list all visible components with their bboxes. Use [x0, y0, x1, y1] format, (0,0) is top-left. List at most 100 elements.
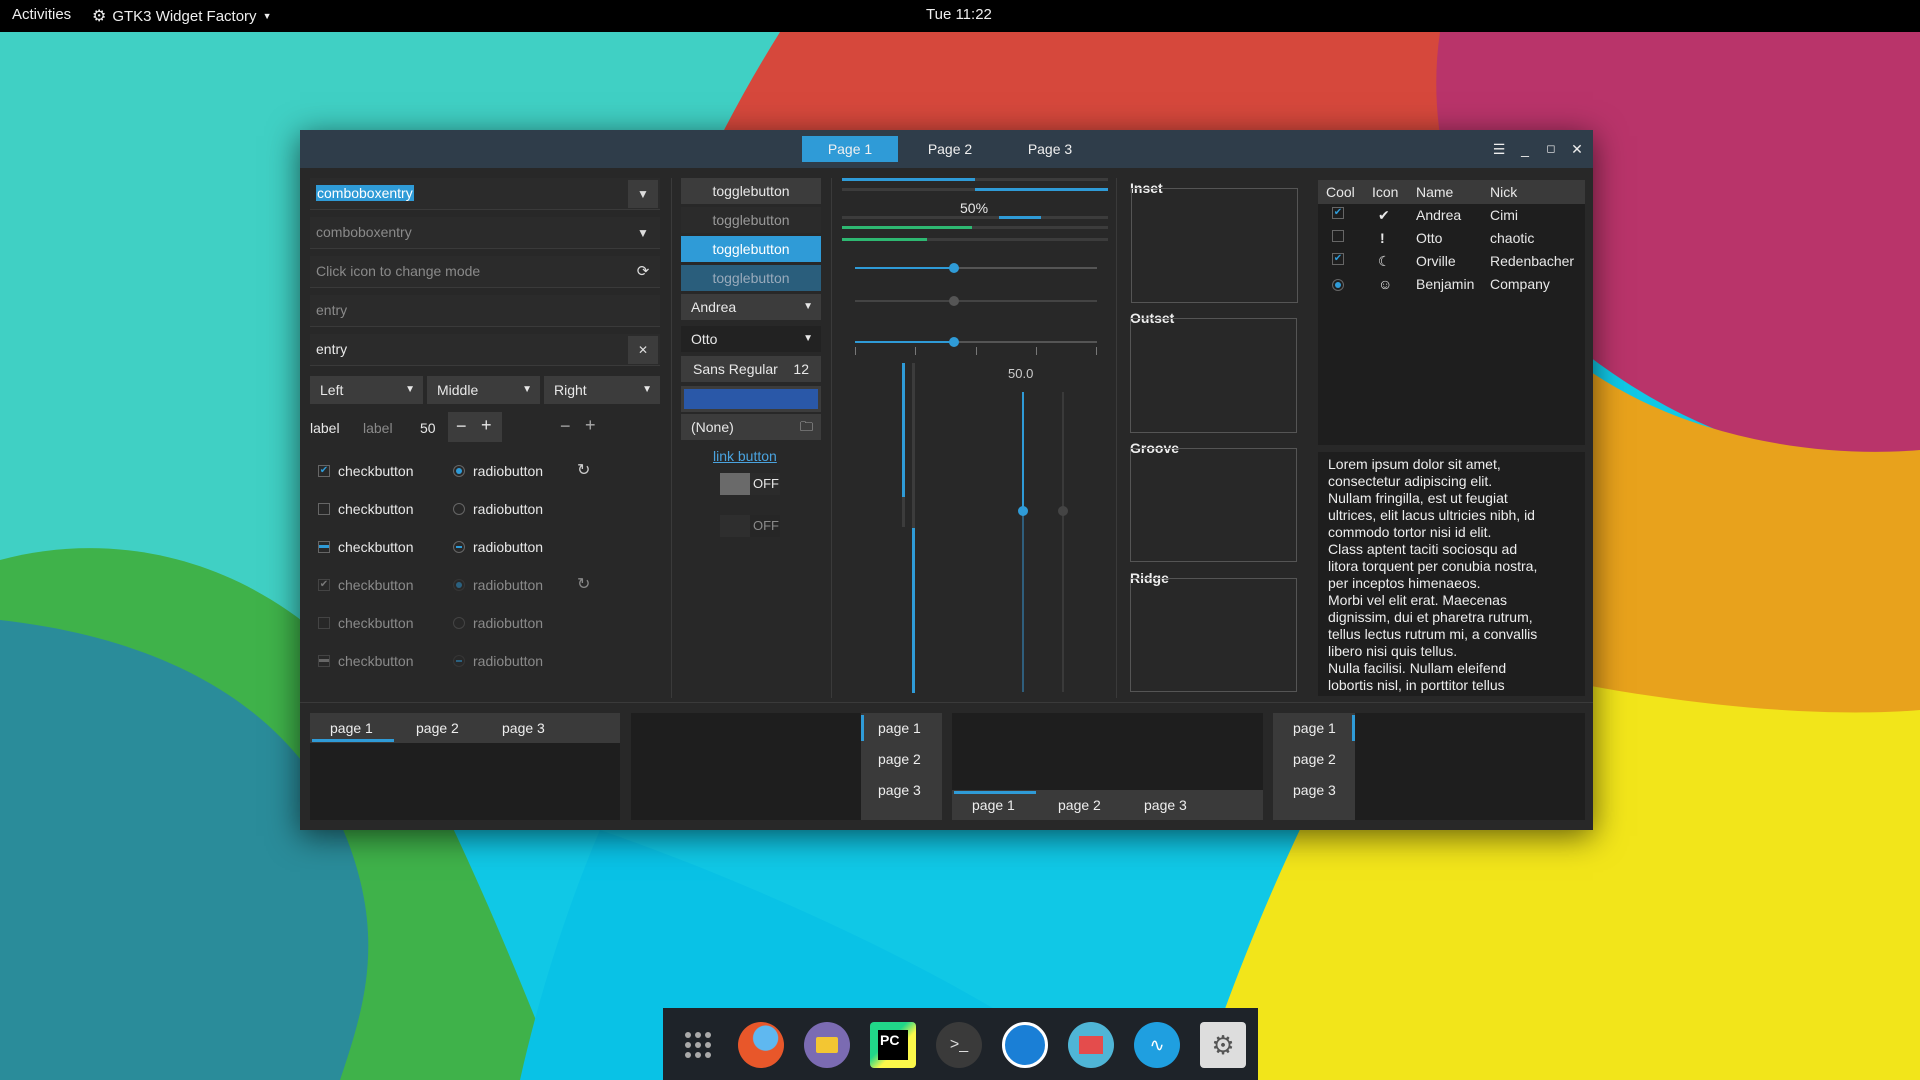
firefox-icon[interactable]: [738, 1022, 784, 1068]
checkbutton-unchecked-disabled[interactable]: checkbutton: [318, 615, 414, 631]
checkbutton-checked-disabled[interactable]: ✔ checkbutton: [318, 577, 414, 593]
scale-handle[interactable]: [1018, 506, 1028, 516]
minus-icon[interactable]: −: [456, 416, 467, 437]
radio-icon[interactable]: [1332, 279, 1344, 291]
minus-icon[interactable]: −: [560, 416, 571, 437]
checkbox-icon[interactable]: [1332, 230, 1344, 242]
togglebutton-2[interactable]: togglebutton: [681, 207, 821, 233]
audio-icon[interactable]: ∿: [1134, 1022, 1180, 1068]
notebook-tab[interactable]: page 2: [1058, 797, 1101, 813]
scale-handle[interactable]: [1058, 506, 1068, 516]
radiobutton-unchecked[interactable]: radiobutton: [453, 501, 543, 517]
activities-button[interactable]: Activities: [12, 6, 71, 23]
link-button[interactable]: link button: [713, 448, 777, 464]
notebook-tab[interactable]: page 1: [878, 720, 921, 736]
combo-left[interactable]: Left ▼: [310, 376, 423, 404]
chevron-down-icon[interactable]: ▼: [628, 219, 658, 247]
notebook-tab[interactable]: page 3: [502, 720, 545, 736]
files-icon[interactable]: [804, 1022, 850, 1068]
mail-icon[interactable]: [1068, 1022, 1114, 1068]
plus-icon[interactable]: +: [481, 415, 492, 436]
clear-icon[interactable]: ✕: [628, 336, 658, 364]
checkbox-icon[interactable]: ✔: [1332, 207, 1344, 219]
switch-2[interactable]: OFF: [720, 515, 780, 537]
radiobutton-mixed[interactable]: radiobutton: [453, 539, 543, 555]
column-header-icon[interactable]: Icon: [1372, 184, 1398, 200]
chevron-down-icon[interactable]: ▼: [628, 180, 658, 208]
notebook-tab[interactable]: page 1: [330, 720, 373, 736]
scale-handle[interactable]: [949, 263, 959, 273]
comboboxentry-1[interactable]: comboboxentry ▼: [310, 178, 660, 210]
notebook-tab[interactable]: page 1: [972, 797, 1015, 813]
radiobutton-checked[interactable]: radiobutton: [453, 463, 543, 479]
settings-icon[interactable]: ⚙: [1200, 1022, 1246, 1068]
app-grid-icon[interactable]: [675, 1022, 721, 1068]
combo-otto[interactable]: Otto ▼: [681, 326, 821, 352]
terminal-icon[interactable]: >_: [936, 1022, 982, 1068]
checkbox-icon[interactable]: ✔: [1332, 253, 1344, 265]
notebook-tab[interactable]: page 2: [1293, 751, 1336, 767]
text-line: Class aptent taciti sociosqu ad: [1328, 541, 1518, 557]
scale-handle[interactable]: [949, 337, 959, 347]
mode-entry[interactable]: Click icon to change mode ⟳: [310, 256, 660, 288]
spin-value[interactable]: 50: [420, 420, 436, 436]
refresh-icon[interactable]: ⟳: [628, 258, 658, 286]
scale-1[interactable]: [855, 263, 1097, 273]
label-dim: label: [363, 420, 393, 436]
switch-1[interactable]: OFF: [720, 473, 780, 495]
pycharm-icon[interactable]: PC: [870, 1022, 916, 1068]
text-view[interactable]: Lorem ipsum dolor sit amet, consectetur …: [1318, 452, 1585, 696]
column-header-cool[interactable]: Cool: [1326, 184, 1355, 200]
maximize-icon[interactable]: ◻: [1543, 139, 1559, 159]
vertical-scale-2[interactable]: [1058, 392, 1068, 692]
scale-2[interactable]: [855, 296, 1097, 306]
checkbutton-unchecked[interactable]: checkbutton: [318, 501, 414, 517]
tree-row[interactable]: ✔ ✔ Andrea Cimi: [1318, 204, 1585, 227]
timeshift-icon[interactable]: [1002, 1022, 1048, 1068]
notebook-tab[interactable]: page 1: [1293, 720, 1336, 736]
notebook-tab[interactable]: page 3: [878, 782, 921, 798]
combo-middle[interactable]: Middle ▼: [427, 376, 540, 404]
togglebutton-1[interactable]: togglebutton: [681, 178, 821, 204]
clock[interactable]: Tue 11:22: [926, 6, 992, 23]
font-button[interactable]: Sans Regular 12: [681, 356, 821, 382]
radiobutton-mixed-disabled[interactable]: radiobutton: [453, 653, 543, 669]
togglebutton-3[interactable]: togglebutton: [681, 236, 821, 262]
notebook-tab[interactable]: page 3: [1144, 797, 1187, 813]
notebook-tabs-right: page 1 page 2 page 3: [631, 713, 942, 820]
notebook-tab[interactable]: page 2: [878, 751, 921, 767]
combo-andrea[interactable]: Andrea ▼: [681, 294, 821, 320]
column-header-nick[interactable]: Nick: [1490, 184, 1517, 200]
vertical-scale-1[interactable]: [1018, 392, 1028, 692]
notebook-tab[interactable]: page 2: [416, 720, 459, 736]
radiobutton-unchecked-disabled[interactable]: radiobutton: [453, 615, 543, 631]
tab-page-1[interactable]: Page 1: [802, 136, 898, 162]
combo-right[interactable]: Right ▼: [544, 376, 660, 404]
color-button[interactable]: [681, 386, 821, 412]
checkbutton-mixed[interactable]: ▬ checkbutton: [318, 539, 414, 555]
comboboxentry-2[interactable]: comboboxentry ▼: [310, 217, 660, 249]
tree-row[interactable]: ✔ ☾ Orville Redenbacher: [1318, 250, 1585, 273]
chevron-down-icon: ▼: [642, 384, 652, 395]
checkbutton-mixed-disabled[interactable]: ▬ checkbutton: [318, 653, 414, 669]
radiobutton-checked-disabled[interactable]: radiobutton: [453, 577, 543, 593]
scale-handle[interactable]: [949, 296, 959, 306]
entry-disabled[interactable]: entry: [310, 295, 660, 327]
menu-icon[interactable]: ☰: [1491, 139, 1507, 159]
tree-row[interactable]: ! Otto chaotic: [1318, 227, 1585, 250]
column-header-name[interactable]: Name: [1416, 184, 1453, 200]
minimize-icon[interactable]: _: [1517, 139, 1533, 159]
file-chooser-button[interactable]: (None) 🗀: [681, 414, 821, 440]
tab-page-3[interactable]: Page 3: [1002, 136, 1098, 162]
notebook-tab[interactable]: page 3: [1293, 782, 1336, 798]
scale-3[interactable]: [855, 337, 1097, 347]
tree-row[interactable]: ☺ Benjamin Company: [1318, 273, 1585, 296]
tab-page-2[interactable]: Page 2: [902, 136, 998, 162]
app-menu[interactable]: ⚙ GTK3 Widget Factory ▼: [92, 6, 271, 26]
plus-icon[interactable]: +: [585, 415, 596, 436]
text-line: Nulla facilisi. Nullam eleifend: [1328, 660, 1507, 676]
togglebutton-4[interactable]: togglebutton: [681, 265, 821, 291]
entry-with-clear[interactable]: entry ✕: [310, 334, 660, 366]
checkbutton-checked[interactable]: ✔ checkbutton: [318, 463, 414, 479]
close-icon[interactable]: ✕: [1569, 139, 1585, 159]
